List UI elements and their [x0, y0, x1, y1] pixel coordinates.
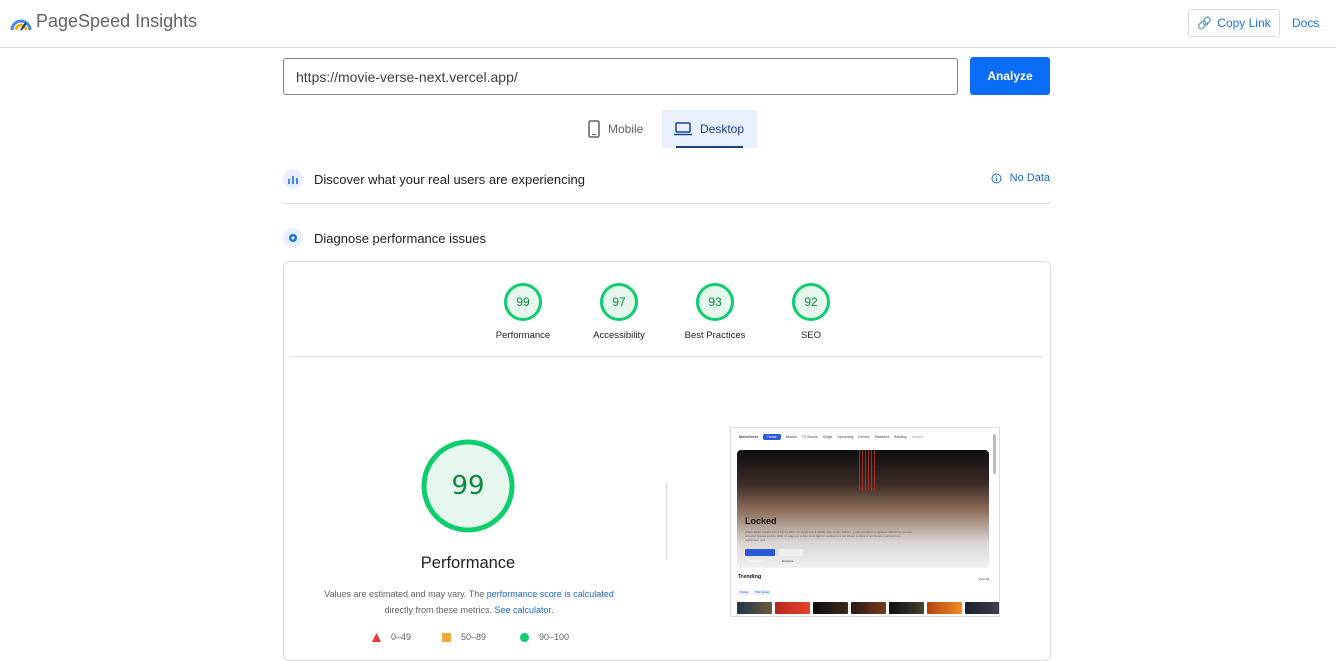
copy-link-button[interactable]: 🔗 Copy Link — [1188, 9, 1280, 37]
gauge-value: 99 — [516, 295, 530, 309]
screenshot-chip: This Week — [753, 590, 772, 595]
note-text-2: directly from these metrics. — [384, 605, 495, 615]
legend-label: 90–100 — [539, 632, 570, 642]
screenshot-search: Search — [911, 435, 923, 439]
screenshot-nav-item: Watchlist — [874, 435, 889, 439]
score-note: Values are estimated and may vary. The p… — [304, 586, 634, 618]
users-chart-icon — [283, 169, 303, 189]
screenshot-nav-item: Home — [763, 434, 781, 440]
score-calc-link[interactable]: performance score is calculated — [487, 589, 614, 599]
no-data-label: No Data — [1009, 172, 1050, 184]
note-text: Values are estimated and may vary. The — [324, 589, 487, 599]
movie-thumb — [737, 602, 772, 614]
gauge-value: 97 — [612, 295, 626, 309]
url-input[interactable]: https://movie-verse-next.vercel.app/ — [283, 58, 958, 95]
hero-title: Locked — [745, 516, 777, 526]
gauge-label: Performance — [495, 330, 551, 341]
screenshot-nav: MovieVerse Home Movies TV Shows Single U… — [731, 428, 999, 446]
field-data-section: Discover what your real users are experi… — [283, 164, 1050, 194]
screenshot-trending-heading: Trending — [738, 574, 762, 580]
hero-watch-label: Watch Now — [748, 559, 764, 563]
hero-watch-button: Watch Now — [745, 549, 775, 563]
performance-label: Performance — [420, 554, 516, 572]
triangle-icon — [372, 632, 381, 642]
screenshot-scrollbar — [993, 434, 996, 474]
legend-pass: 90–100 — [520, 632, 569, 642]
performance-score: 99 — [451, 471, 485, 501]
screenshot-nav-item: Single — [822, 435, 833, 439]
screenshot-nav-item: TV Shows — [801, 435, 818, 439]
app-title: PageSpeed Insights — [36, 11, 198, 31]
gauge-label: Accessibility — [593, 330, 645, 341]
movie-thumb — [775, 602, 810, 614]
screenshot-nav-item: Movies — [785, 435, 797, 439]
screenshot-nav-item: Ranking — [893, 435, 907, 439]
screenshot-hero: Locked When Eddie breaks into a luxury S… — [737, 450, 989, 568]
score-gauge-performance[interactable]: 99 Performance — [473, 282, 573, 341]
movie-thumb — [889, 602, 924, 614]
hero-reviews-button: Reviews — [779, 549, 803, 563]
phone-icon — [588, 120, 600, 138]
report-card: 99 Performance 97 Accessibility 93 Best Pract… — [283, 261, 1051, 661]
field-data-title: Discover what your real users are experi… — [314, 171, 585, 187]
circle-icon — [520, 632, 529, 642]
screenshot-brand: MovieVerse — [739, 435, 759, 439]
movie-thumb — [927, 602, 962, 614]
no-data-indicator[interactable]: No Data — [991, 172, 1050, 184]
movie-thumb — [851, 602, 886, 614]
hero-reviews-label: Reviews — [782, 559, 794, 563]
legend-average: 50–89 — [442, 632, 486, 642]
legend-fail: 0–49 — [372, 632, 411, 642]
info-icon — [991, 173, 1002, 183]
hero-text: When Eddie breaks into a luxury SUV, he … — [745, 530, 913, 542]
screenshot-thumbnails — [737, 602, 999, 614]
gauge-label: SEO — [800, 330, 822, 341]
screenshot-chip: Today — [738, 590, 751, 595]
diagnose-title: Diagnose performance issues — [314, 230, 486, 246]
tab-desktop[interactable]: Desktop — [662, 110, 757, 148]
docs-link[interactable]: Docs — [1292, 16, 1319, 30]
copy-link-label: Copy Link — [1217, 16, 1271, 30]
top-bar: PageSpeed Insights 🔗 Copy Link Docs — [0, 0, 1336, 48]
tab-mobile-label: Mobile — [608, 122, 644, 136]
calculator-link[interactable]: See calculator. — [494, 605, 553, 615]
screenshot-view-all: View All — [978, 577, 989, 581]
laptop-icon — [674, 122, 692, 136]
tab-mobile[interactable]: Mobile — [580, 110, 660, 148]
pagespeed-logo-icon — [10, 19, 32, 31]
score-gauge-accessibility[interactable]: 97 Accessibility — [569, 282, 669, 341]
legend-label: 50–89 — [461, 632, 487, 642]
analyze-button[interactable]: Analyze — [970, 57, 1050, 95]
score-gauge-seo[interactable]: 92 SEO — [761, 282, 861, 341]
screenshot-nav-item: Genres — [858, 435, 870, 439]
gauge-ring: 92 — [791, 282, 831, 322]
vertical-divider — [666, 482, 667, 560]
hero-image — [859, 450, 875, 490]
gauge-value: 93 — [708, 295, 722, 309]
square-icon — [442, 632, 451, 642]
score-gauge-best-practices[interactable]: 93 Best Practices — [665, 282, 765, 341]
lab-data-icon — [283, 228, 303, 248]
link-icon: 🔗 — [1197, 16, 1213, 30]
gauge-ring: 97 — [599, 282, 639, 322]
movie-thumb — [965, 602, 999, 614]
diagnose-section: Diagnose performance issues — [283, 223, 1050, 253]
active-tab-indicator — [676, 146, 743, 148]
tab-desktop-label: Desktop — [700, 122, 745, 136]
screenshot-nav-item: Upcoming — [837, 435, 854, 439]
gauge-value: 92 — [804, 295, 818, 309]
gauge-ring: 99 — [503, 282, 543, 322]
gauge-ring: 93 — [695, 282, 735, 322]
gauge-label: Best Practices — [684, 330, 746, 341]
legend-label: 0–49 — [391, 632, 412, 642]
card-divider — [290, 356, 1043, 357]
section-divider — [283, 203, 1050, 204]
page-screenshot: MovieVerse Home Movies TV Shows Single U… — [730, 427, 1000, 617]
movie-thumb — [813, 602, 848, 614]
